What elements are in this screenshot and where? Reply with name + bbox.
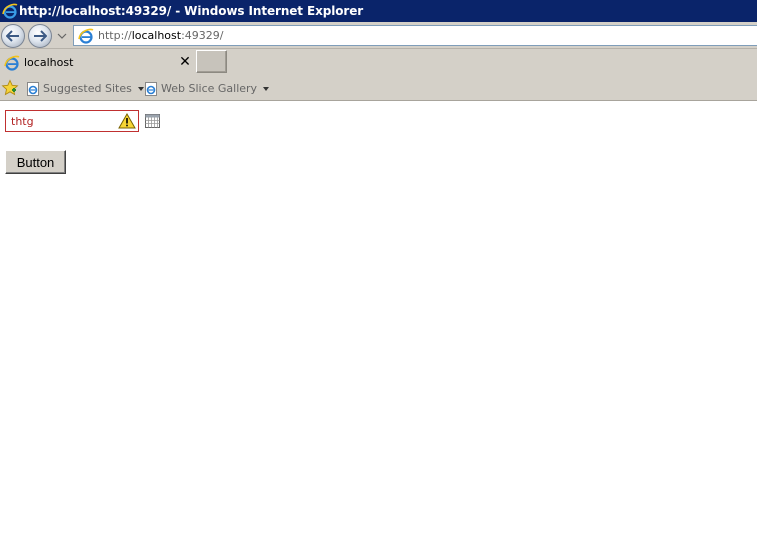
forward-arrow-icon <box>34 30 47 42</box>
submit-button[interactable]: Button <box>5 150 66 174</box>
recent-pages-chevron-down-icon[interactable] <box>57 31 67 41</box>
tab-close-icon[interactable]: ✕ <box>178 54 192 70</box>
favorites-star-icon[interactable] <box>1 79 19 97</box>
ie-page-icon <box>27 81 39 96</box>
chevron-down-icon <box>137 86 144 91</box>
favorites-item-label: Web Slice Gallery <box>161 82 258 95</box>
calendar-icon[interactable] <box>145 114 160 128</box>
warning-icon <box>118 113 136 129</box>
ie-icon <box>2 3 18 19</box>
window-titlebar: http://localhost:49329/ - Windows Intern… <box>0 0 757 22</box>
new-tab-button[interactable] <box>196 50 227 73</box>
tab-bar: localhost ✕ <box>0 49 757 76</box>
navigation-bar: http://localhost:49329/ <box>0 22 757 49</box>
address-url-host: localhost <box>131 29 182 42</box>
address-url-scheme: http:// <box>98 29 132 42</box>
back-button[interactable] <box>1 24 25 48</box>
address-url-port: :49329/ <box>181 29 224 42</box>
forward-button[interactable] <box>28 24 52 48</box>
favorites-item-web-slice-gallery[interactable]: Web Slice Gallery <box>144 80 270 97</box>
tab-localhost[interactable]: localhost ✕ <box>0 50 195 75</box>
favorites-item-label: Suggested Sites <box>43 82 132 95</box>
window-title: http://localhost:49329/ - Windows Intern… <box>19 4 364 18</box>
address-url: http://localhost:49329/ <box>98 29 224 42</box>
page-content: Button <box>0 102 757 542</box>
favorites-bar: Suggested Sites Web Slice Gallery <box>0 76 757 101</box>
ie-page-icon <box>145 81 157 96</box>
tab-label: localhost <box>24 56 74 69</box>
address-bar[interactable]: http://localhost:49329/ <box>73 25 757 46</box>
chevron-down-icon <box>263 86 270 91</box>
favorites-item-suggested-sites[interactable]: Suggested Sites <box>26 80 144 97</box>
ie-icon <box>78 28 94 44</box>
back-arrow-icon <box>6 30 19 42</box>
ie-icon <box>4 55 20 71</box>
